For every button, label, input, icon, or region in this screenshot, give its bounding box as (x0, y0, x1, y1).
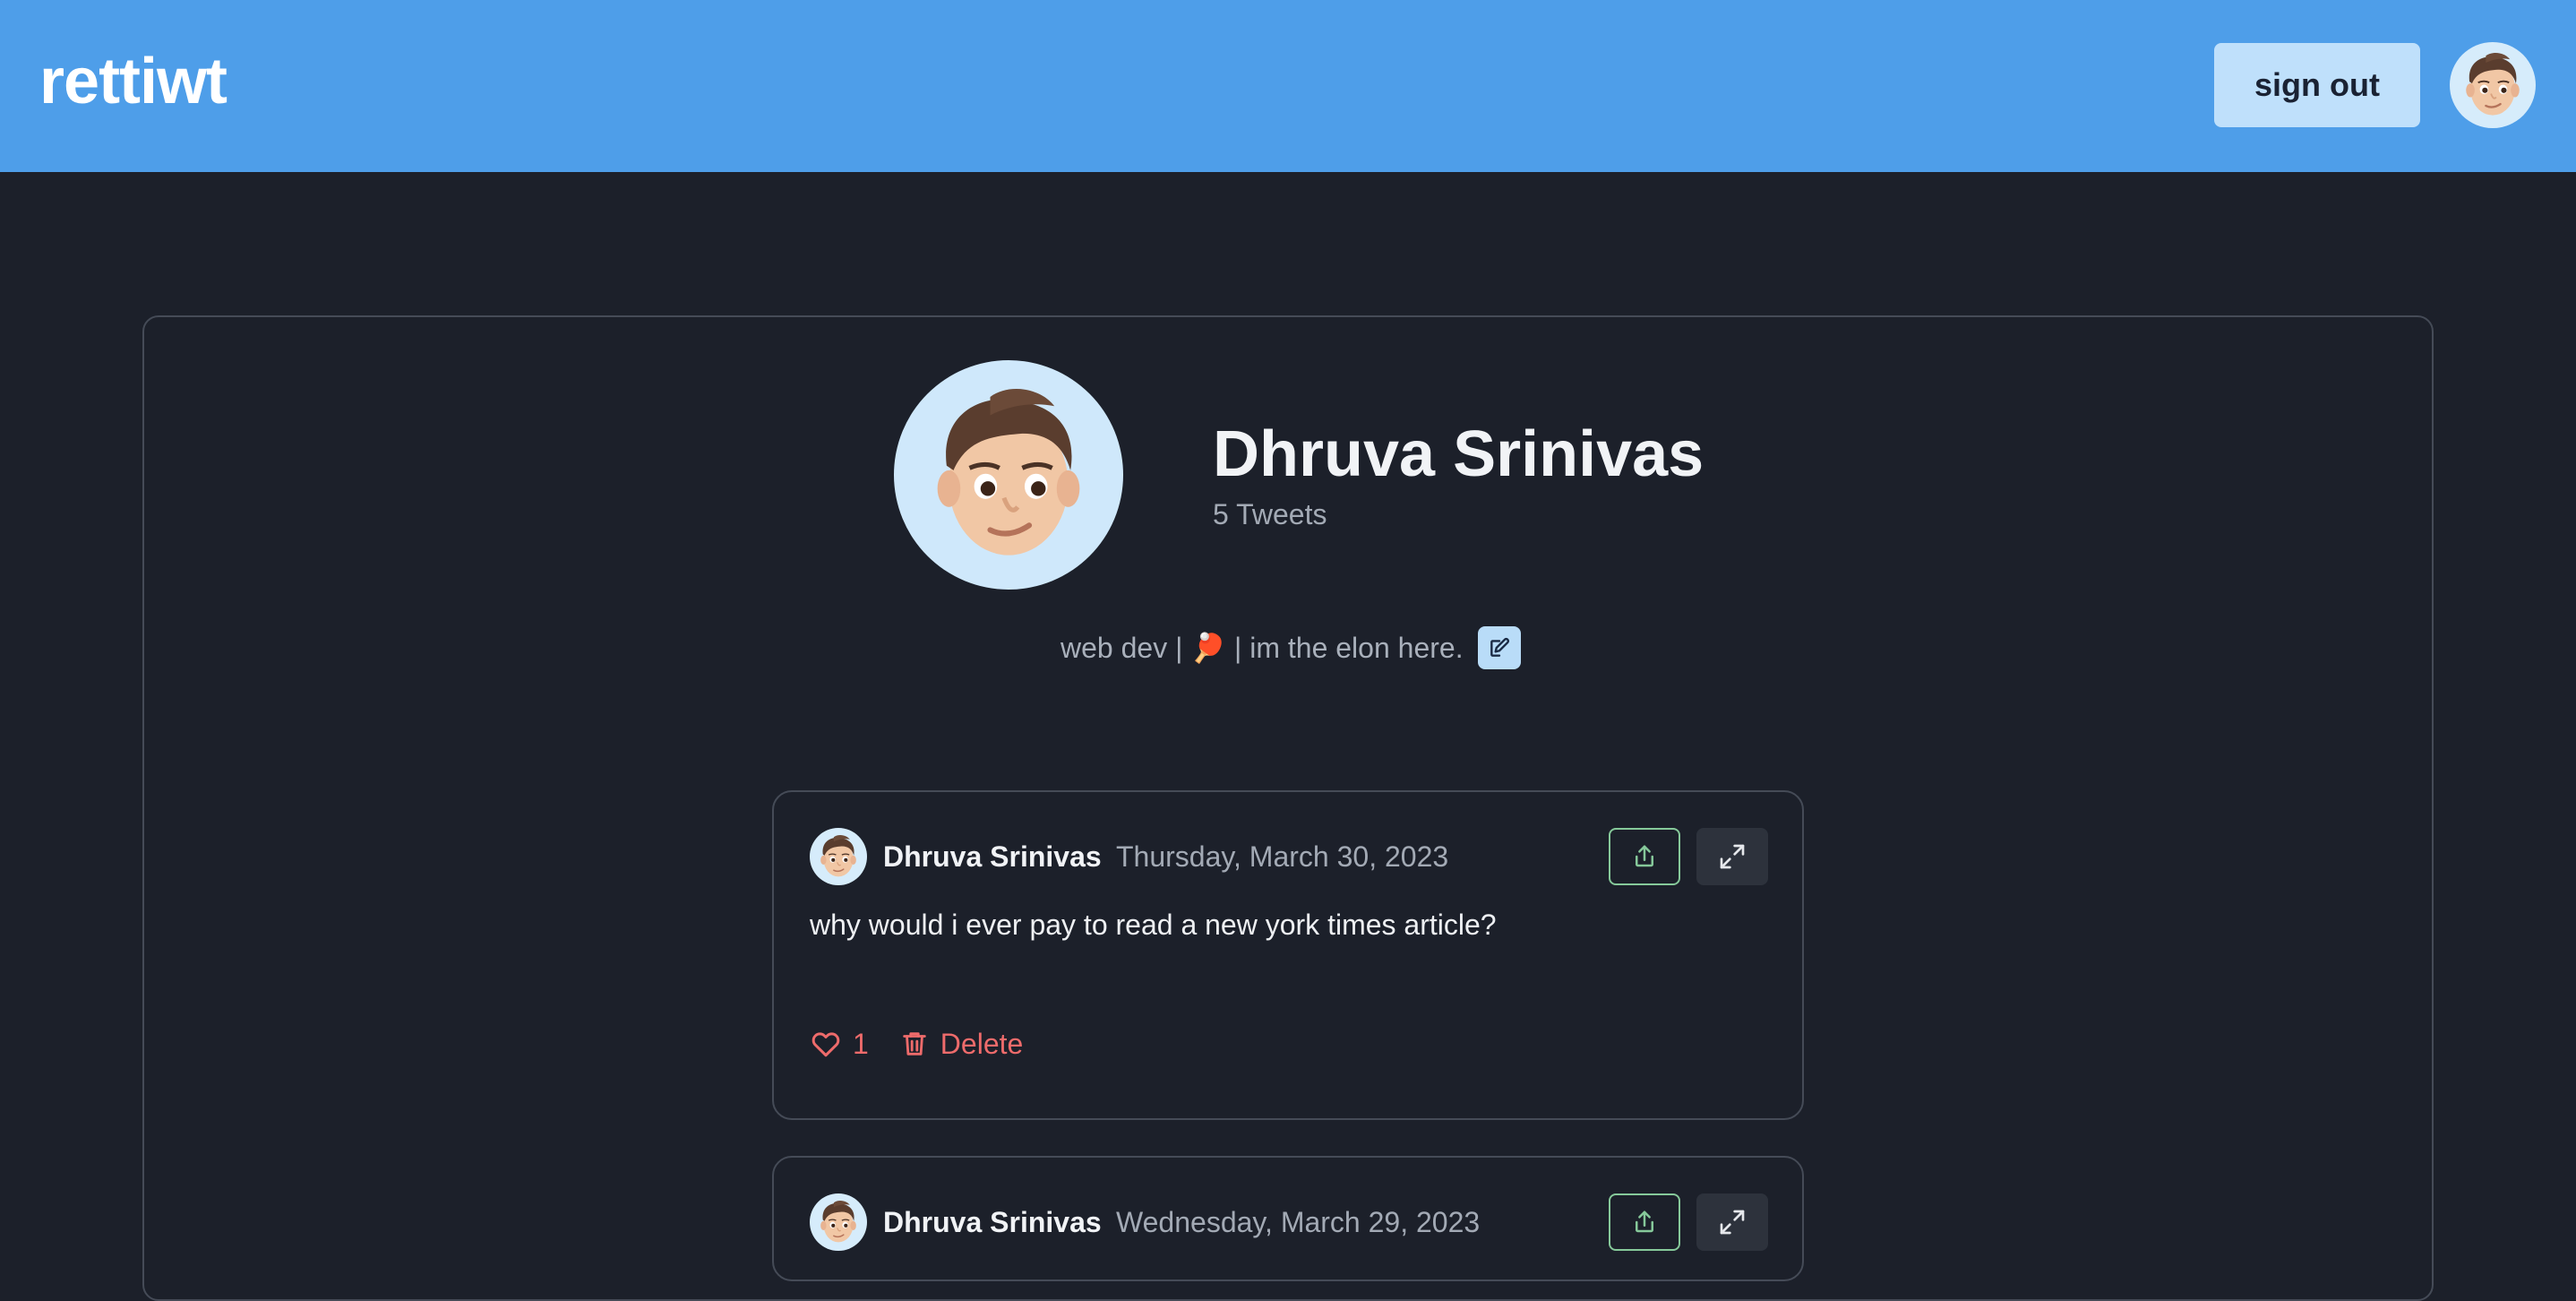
user-avatar-icon[interactable] (2450, 42, 2536, 128)
tweet-author-avatar-icon[interactable] (810, 1193, 867, 1251)
profile-bio: web dev | 🏓 | im the elon here. (1060, 632, 1464, 664)
tweet-date: Wednesday, March 29, 2023 (1116, 1206, 1481, 1238)
tweet-count: 5 Tweets (1213, 498, 1327, 530)
tweet-author-avatar-icon[interactable] (810, 828, 867, 885)
sign-out-button[interactable]: sign out (2214, 43, 2420, 127)
expand-icon (1720, 844, 1745, 869)
top-nav-bar: rettiwt sign out (0, 0, 2576, 172)
edit-bio-button[interactable] (1477, 626, 1521, 669)
edit-icon (1490, 638, 1509, 657)
share-icon (1636, 1211, 1653, 1233)
like-button[interactable]: 1 (810, 1028, 869, 1061)
delete-label: Delete (940, 1027, 1024, 1060)
tweet-text: why would i ever pay to read a new york … (810, 909, 1497, 941)
tweet-actions: 1 Delete (810, 1021, 1023, 1066)
share-button[interactable] (1609, 1193, 1680, 1251)
brand-logo[interactable]: rettiwt (39, 45, 228, 118)
tweet-card[interactable]: Dhruva Srinivas Wednesday, March 29, 202… (772, 1156, 1804, 1281)
like-count: 1 (853, 1027, 869, 1060)
profile-name: Dhruva Srinivas (1213, 418, 1704, 490)
profile-avatar-icon (894, 360, 1123, 590)
expand-button[interactable] (1696, 828, 1768, 885)
expand-button[interactable] (1696, 1193, 1768, 1251)
tweet-date: Thursday, March 30, 2023 (1116, 840, 1449, 873)
expand-icon (1720, 1210, 1745, 1235)
delete-button[interactable]: Delete (899, 1027, 1024, 1061)
tweet-card[interactable]: Dhruva Srinivas Thursday, March 30, 2023… (772, 790, 1804, 1120)
share-icon (1636, 845, 1653, 867)
trash-icon (903, 1032, 926, 1055)
tweet-author[interactable]: Dhruva Srinivas (883, 840, 1102, 874)
share-button[interactable] (1609, 828, 1680, 885)
bio-row: web dev | 🏓 | im the elon here. (1060, 625, 1521, 670)
heart-icon (811, 1032, 840, 1057)
tweet-author[interactable]: Dhruva Srinivas (883, 1206, 1102, 1239)
